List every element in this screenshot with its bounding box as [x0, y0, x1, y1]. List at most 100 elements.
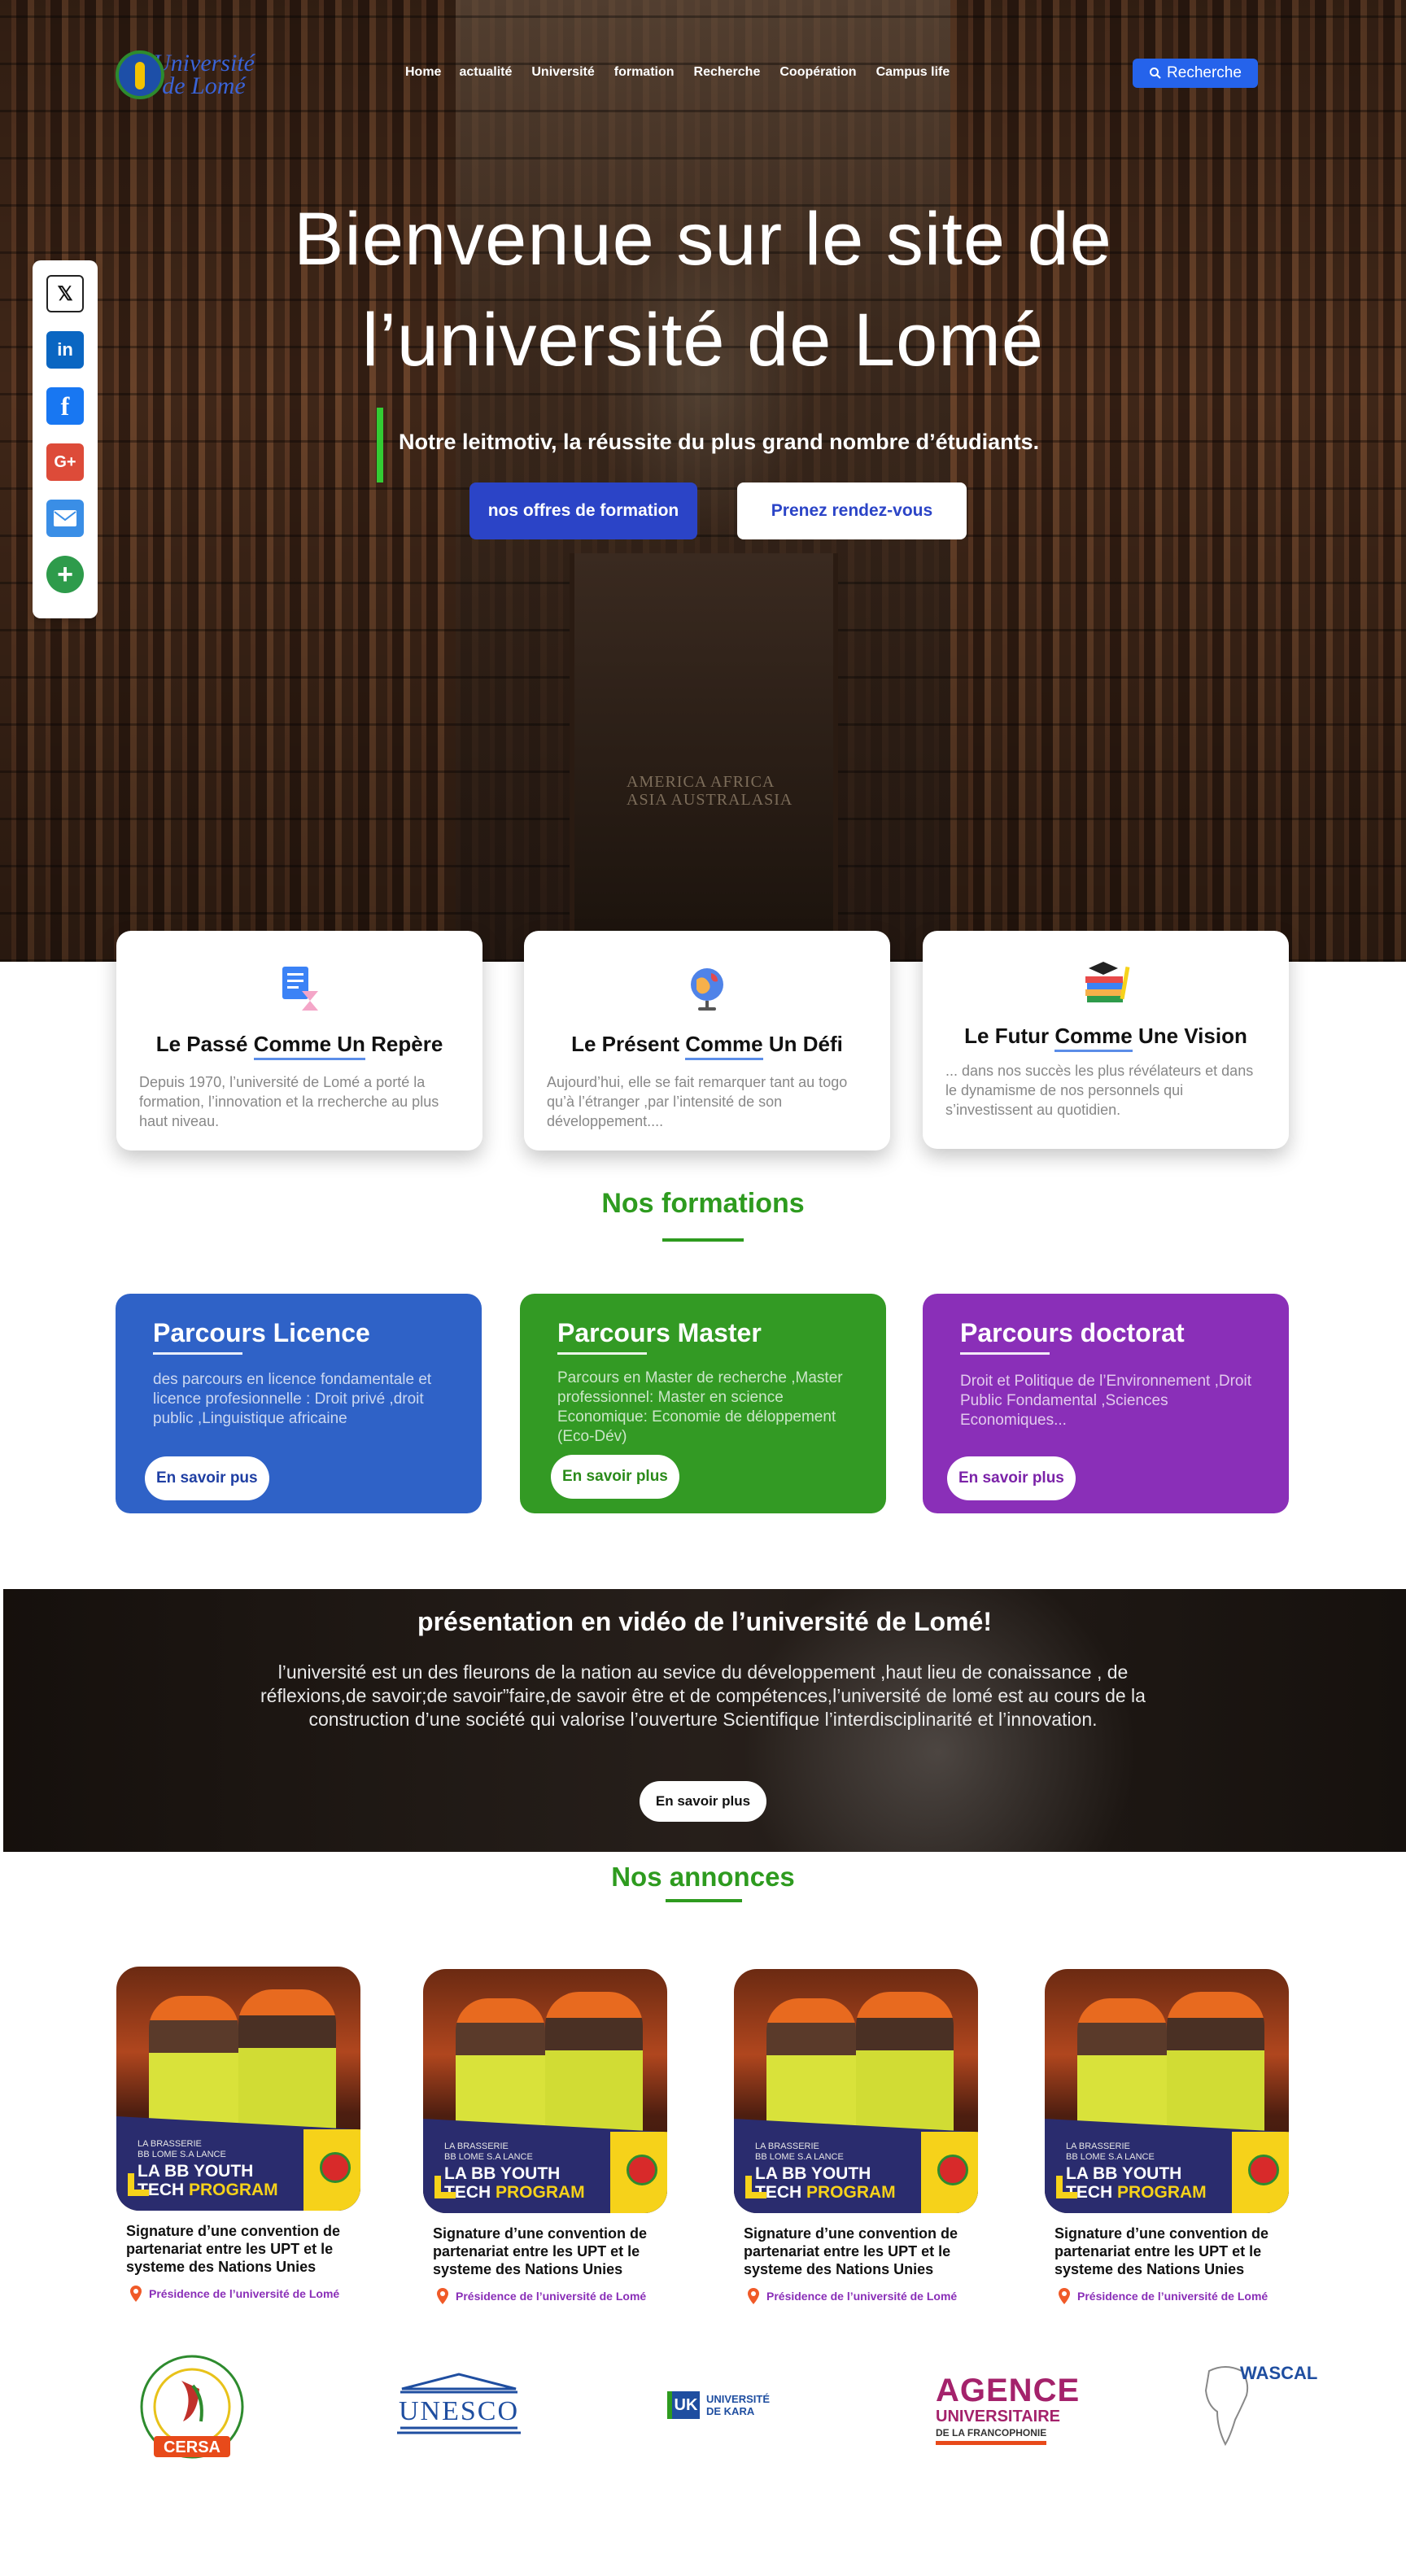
feature-text: ... dans nos succès les plus révélateurs… [945, 1063, 1254, 1118]
announcement-card[interactable]: LA BRASSERIE BB LOME S.A LANCE LA BB YOUT… [116, 1967, 360, 2302]
nav-campus-life[interactable]: Campus life [876, 65, 950, 80]
facebook-icon[interactable]: f [46, 387, 84, 425]
formations-title: Nos formations [601, 1188, 805, 1219]
training-offers-button[interactable]: nos offres de formation [469, 482, 697, 539]
master-text: Parcours en Master de recherche ,Master … [557, 1369, 843, 1445]
location-pin-icon [1059, 2288, 1070, 2304]
announcement-image[interactable]: LA BRASSERIE BB LOME S.A LANCE LA BB YOUT… [116, 1967, 360, 2211]
nav-universite[interactable]: Université [531, 65, 594, 80]
hero-motto-bar [377, 408, 383, 482]
nav-cooperation[interactable]: Coopération [779, 65, 856, 80]
kara-text: UNIVERSITÉ DE KARA [706, 2393, 771, 2417]
master-more-button[interactable]: En savoir plus [551, 1455, 679, 1499]
announcement-title[interactable]: Signature d’une convention de partenaria… [116, 2222, 360, 2276]
announcements-title: Nos annonces [611, 1862, 795, 1892]
announcements-title-underline [666, 1899, 742, 1902]
globe-icon [691, 968, 723, 1011]
licence-card: Parcours Licence des parcours en licence… [116, 1294, 482, 1513]
main-nav: Home actualité Université formation Rech… [405, 65, 969, 80]
nav-home[interactable]: Home [405, 65, 441, 80]
hero-motto: Notre leitmotiv, la réussite du plus gra… [399, 430, 1040, 454]
location-pin-icon [748, 2288, 759, 2304]
licence-text: des parcours en licence fondamentale et … [153, 1371, 432, 1427]
feature-title: Le Présent Comme Un Défi [524, 1032, 890, 1060]
licence-more-button[interactable]: En savoir pus [145, 1456, 269, 1500]
nav-actualite[interactable]: actualité [459, 65, 512, 80]
location-pin-icon [437, 2288, 448, 2304]
social-share-bar: 𝕏 in f G+ + [33, 260, 98, 618]
bb-logo-icon [303, 2129, 360, 2211]
announcement-location: Présidence de l’université de Lomé [423, 2288, 667, 2304]
feature-text: Depuis 1970, l’université de Lomé a port… [139, 1074, 439, 1129]
announcement-title[interactable]: Signature d’une convention de partenaria… [1045, 2225, 1289, 2278]
cersa-logo-icon: CERSA [140, 2355, 244, 2459]
master-card: Parcours Master Parcours en Master de re… [520, 1294, 886, 1513]
bb-logo-icon [1232, 2132, 1289, 2213]
doctorat-title: Parcours doctorat [960, 1318, 1185, 1355]
announcement-image[interactable]: LA BRASSERIE BB LOME S.A LANCE LA BB YOUT… [1045, 1969, 1289, 2213]
announcement-location: Présidence de l’université de Lomé [116, 2286, 360, 2302]
video-presentation-banner: présentation en vidéo de l’université de… [3, 1589, 1406, 1852]
master-title: Parcours Master [557, 1318, 762, 1355]
nav-recherche[interactable]: Recherche [694, 65, 761, 80]
announcement-image[interactable]: LA BRASSERIE BB LOME S.A LANCE LA BB YOUT… [734, 1969, 978, 2213]
partner-logo-kara[interactable]: UK UNIVERSITÉ DE KARA [667, 2387, 789, 2423]
feature-card-present: Le Présent Comme Un Défi Aujourd’hui, el… [524, 931, 890, 1150]
bb-logo-icon [610, 2132, 667, 2213]
linkedin-icon[interactable]: in [46, 331, 84, 369]
share-plus-icon[interactable]: + [46, 556, 84, 593]
licence-title: Parcours Licence [153, 1318, 370, 1355]
video-text: l’université est un des fleurons de la n… [260, 1661, 1146, 1730]
doctorat-text: Droit et Politique de l’Environnement ,D… [960, 1373, 1252, 1429]
announcement-location: Présidence de l’université de Lomé [1045, 2288, 1289, 2304]
hero-title: Bienvenue sur le site de l’université de… [294, 198, 1112, 382]
announcement-card[interactable]: LA BRASSERIE BB LOME S.A LANCE LA BB YOUT… [1045, 1969, 1289, 2304]
appointment-button[interactable]: Prenez rendez-vous [737, 482, 967, 539]
wascal-text: WASCAL [1240, 2363, 1318, 2383]
video-more-button[interactable]: En savoir plus [640, 1781, 766, 1822]
announcement-card[interactable]: LA BRASSERIE BB LOME S.A LANCE LA BB YOUT… [734, 1969, 978, 2304]
document-hourglass-icon [282, 967, 318, 1011]
hero-background-floor-text: AMERICA AFRICA ASIA AUSTRALASIA [627, 773, 793, 809]
svg-text:CERSA: CERSA [164, 2438, 221, 2456]
partner-logo-auf[interactable]: AGENCE UNIVERSITAIRE DE LA FRANCOPHONIE [936, 2364, 1079, 2454]
feature-text: Aujourd’hui, elle se fait remarquer tant… [547, 1074, 848, 1129]
books-graduation-icon [1085, 962, 1130, 1002]
feature-title: Le Passé Comme Un Repère [116, 1032, 482, 1060]
video-title: présentation en vidéo de l’université de… [417, 1607, 992, 1636]
unesco-logo-icon: UNESCO [397, 2373, 521, 2434]
logo-text: Université de Lomé [153, 50, 255, 99]
location-pin-icon [130, 2286, 142, 2302]
formations-title-underline [662, 1238, 744, 1242]
bb-logo-icon [921, 2132, 978, 2213]
google-plus-icon[interactable]: G+ [46, 443, 84, 481]
auf-text-3: DE LA FRANCOPHONIE [936, 2426, 1047, 2445]
search-label: Recherche [1167, 64, 1242, 81]
feature-title: Le Futur Comme Une Vision [923, 1024, 1289, 1052]
doctorat-card: Parcours doctorat Droit et Politique de … [923, 1294, 1289, 1513]
logo-emblem-icon [116, 50, 164, 99]
announcement-title[interactable]: Signature d’une convention de partenaria… [423, 2225, 667, 2278]
site-logo[interactable]: Université de Lomé [116, 46, 278, 104]
svg-text:UNESCO: UNESCO [399, 2396, 519, 2426]
hero-background-aisle [570, 553, 838, 962]
announcement-title[interactable]: Signature d’une convention de partenaria… [734, 2225, 978, 2278]
search-icon [1150, 68, 1161, 79]
feature-card-future: Le Futur Comme Une Vision ... dans nos s… [923, 931, 1289, 1149]
kara-badge-icon: UK [667, 2391, 700, 2419]
partner-logo-unesco[interactable]: UNESCO [394, 2371, 524, 2436]
announcement-image[interactable]: LA BRASSERIE BB LOME S.A LANCE LA BB YOUT… [423, 1969, 667, 2213]
nav-formation[interactable]: formation [614, 65, 675, 80]
search-button[interactable]: Recherche [1133, 59, 1258, 88]
partner-logo-cersa[interactable]: CERSA [127, 2348, 257, 2470]
announcement-location: Présidence de l’université de Lomé [734, 2288, 978, 2304]
email-icon[interactable] [46, 500, 84, 537]
auf-text-2: UNIVERSITAIRE [936, 2407, 1060, 2425]
x-icon[interactable]: 𝕏 [46, 275, 84, 312]
doctorat-more-button[interactable]: En savoir plus [947, 1456, 1076, 1500]
feature-card-past: Le Passé Comme Un Repère Depuis 1970, l’… [116, 931, 482, 1150]
partner-logo-wascal[interactable]: WASCAL [1198, 2356, 1328, 2462]
hero-section: AMERICA AFRICA ASIA AUSTRALASIA Universi… [0, 0, 1406, 962]
auf-text-1: AGENCE [936, 2372, 1081, 2408]
announcement-card[interactable]: LA BRASSERIE BB LOME S.A LANCE LA BB YOUT… [423, 1969, 667, 2304]
